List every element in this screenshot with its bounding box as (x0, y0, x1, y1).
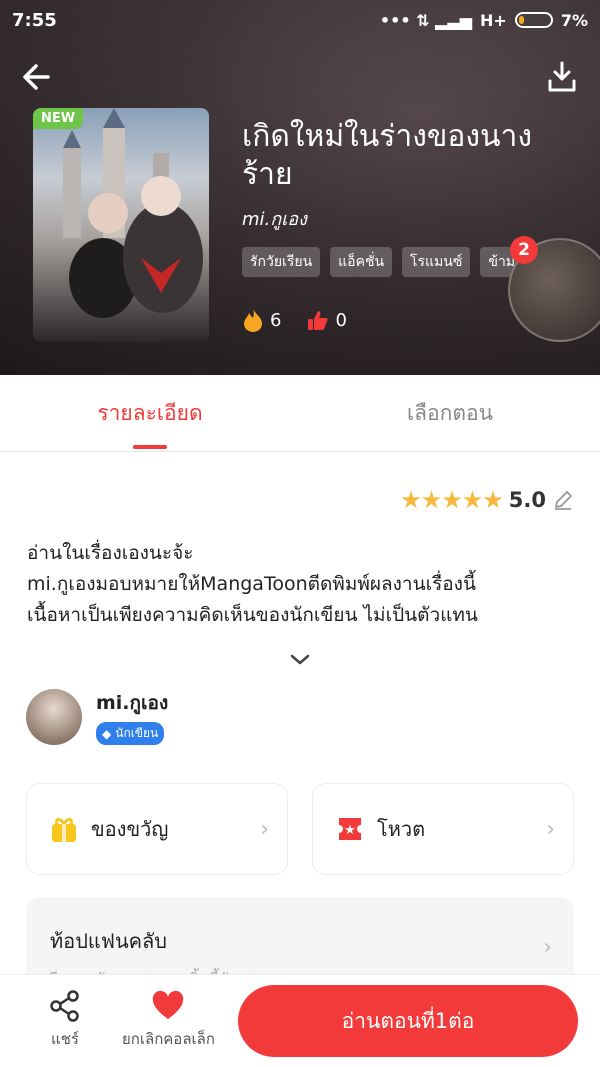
uncollect-label: ยกเลิกคอลเล็ก (122, 1030, 215, 1048)
chevron-right-icon: › (260, 816, 269, 842)
share-icon (50, 990, 79, 1022)
fire-stat: 6 (242, 308, 281, 332)
tag-item[interactable]: แอ็คชั่น (330, 247, 393, 277)
tab-details[interactable]: รายละเอียด (0, 375, 300, 451)
fire-icon (244, 309, 262, 332)
tag-list: รักวัยเรียน แอ็คชั่น โรแมนซ์ ข้าม (242, 247, 524, 277)
thumb-count: 0 (335, 309, 347, 331)
read-continue-button[interactable]: อ่านตอนที่1ต่อ (238, 985, 578, 1057)
writer-row[interactable]: mi.กูเอง ◆ นักเขียน (26, 688, 168, 745)
new-badge: NEW (33, 108, 84, 129)
writer-avatar[interactable] (26, 688, 82, 745)
action-cards: ของขวัญ › ★ โหวต › (26, 783, 574, 875)
heart-icon (153, 990, 184, 1019)
description-line: เนื้อหาเป็นเพียงความคิดเห็นของนักเขียน ไ… (27, 604, 478, 626)
tag-item[interactable]: โรแมนซ์ (402, 247, 471, 277)
share-label: แชร์ (51, 1030, 79, 1048)
writer-name: mi.กูเอง (96, 692, 169, 714)
svg-text:★: ★ (344, 823, 356, 838)
cover-image[interactable]: NEW (33, 108, 209, 342)
notification-badge: 2 (510, 236, 538, 264)
battery-icon (514, 12, 553, 28)
book-author[interactable]: mi.กูเอง (242, 204, 307, 233)
vote-label: โหวต (377, 817, 426, 841)
chevron-right-icon: › (543, 935, 552, 960)
chevron-right-icon: › (546, 816, 555, 842)
gift-label: ของขวัญ (91, 817, 169, 841)
status-bar: 7:55 ••• ⇅ ▂▃▅ H+ 7% (0, 0, 600, 40)
edit-pencil-icon[interactable] (552, 489, 574, 511)
writer-badge-icon: ◆ (102, 726, 112, 741)
cover-illustration (63, 108, 203, 318)
battery-percent: 7% (560, 10, 588, 30)
star-rating-icon: ★★★★★ (400, 486, 504, 514)
thumbs-up-icon (308, 311, 329, 330)
uncollect-button[interactable]: ยกเลิกคอลเล็ก (122, 989, 215, 1051)
gift-icon (52, 818, 76, 842)
vote-ticket-icon: ★ (339, 818, 361, 840)
stats-row: 6 0 (242, 308, 347, 332)
vote-button[interactable]: ★ โหวต › (312, 783, 574, 875)
fire-count: 6 (270, 309, 282, 331)
description: อ่านในเรื่องเองนะจ้ะ mi.กูเองมอบหมายให้M… (27, 538, 577, 631)
back-arrow-icon[interactable] (20, 55, 60, 99)
top-bar (0, 55, 600, 99)
writer-badge-label: นักเขียน (115, 726, 159, 740)
gift-button[interactable]: ของขวัญ › (26, 783, 288, 875)
tab-episodes[interactable]: เลือกตอน (300, 375, 600, 451)
fanclub-title: ท้อปแฟนคลับ (50, 929, 167, 953)
rating-row: ★★★★★ 5.0 (400, 486, 574, 514)
description-line: อ่านในเรื่องเองนะจ้ะ (27, 542, 194, 564)
writer-badge: ◆ นักเขียน (96, 722, 165, 745)
network-type: H+ (480, 10, 507, 30)
tab-bar: รายละเอียด เลือกตอน (0, 375, 600, 452)
expand-chevron-icon[interactable] (288, 648, 312, 672)
download-icon[interactable] (544, 59, 580, 95)
thumb-stat: 0 (307, 309, 347, 331)
signal-icon: ••• ⇅ ▂▃▅ (379, 10, 473, 30)
share-button[interactable]: แชร์ (48, 989, 82, 1051)
tag-item[interactable]: รักวัยเรียน (242, 247, 321, 277)
rating-value: 5.0 (508, 488, 546, 512)
description-line: mi.กูเองมอบหมายให้MangaToonตีดพิมพ์ผลงาน… (27, 573, 476, 595)
book-title: เกิดใหม่ในร่างของนางร้าย (242, 119, 533, 192)
status-time: 7:55 (12, 9, 57, 31)
